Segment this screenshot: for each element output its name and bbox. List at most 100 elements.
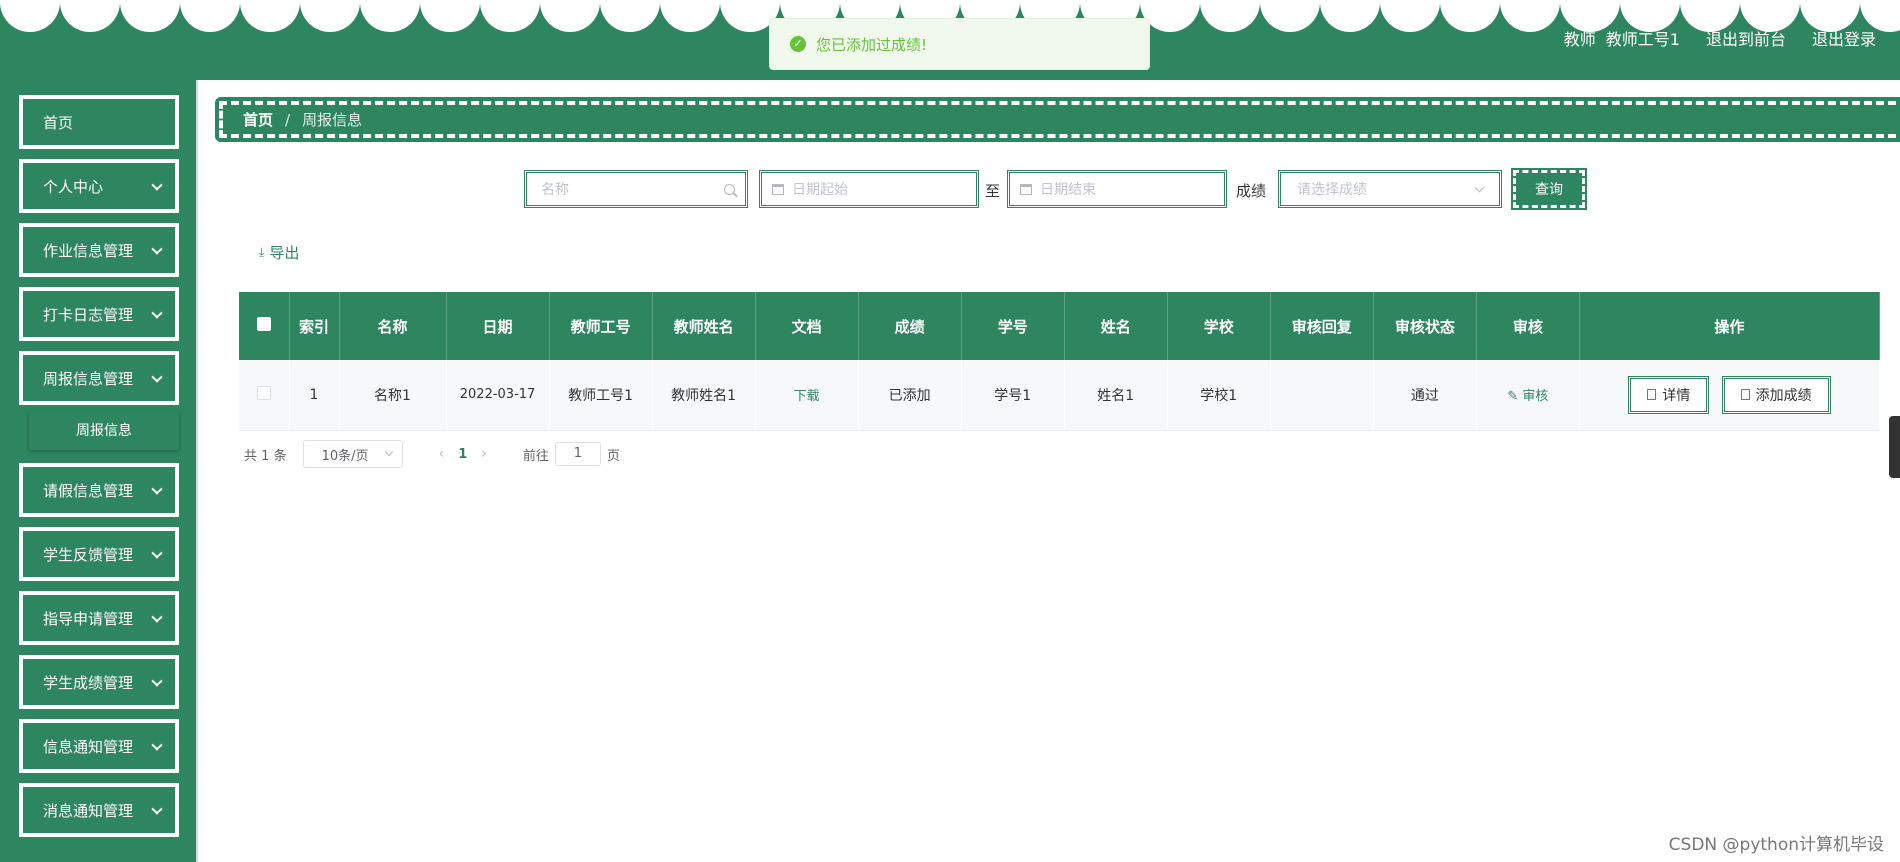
toast-message: 您已添加过成绩! [816, 35, 928, 54]
sidebar-item-label: 信息通知管理 [43, 737, 134, 756]
review-link[interactable]: ✎ 审核 [1507, 389, 1548, 404]
pagination: 共 1 条 10条/页 ‹ 1 › 前往 1 页 [244, 440, 620, 468]
detail-button[interactable]: 详情 [1628, 375, 1710, 414]
cell-review-action: ✎ 审核 [1476, 360, 1580, 431]
sidebar-item-homework[interactable]: 作业信息管理 [19, 223, 179, 277]
sidebar-item-guidance-request[interactable]: 指导申请管理 [19, 591, 179, 645]
export-button[interactable]: ⤓ 导出 [259, 242, 299, 263]
date-range-separator: 至 [985, 182, 1001, 200]
cell-teacher-name: 教师姓名1 [652, 360, 756, 431]
cell-review-reply [1270, 360, 1374, 431]
prev-page-button[interactable]: ‹ [439, 446, 445, 462]
sidebar-item-home[interactable]: 首页 [19, 95, 179, 149]
sidebar-item-label: 学生反馈管理 [43, 545, 134, 564]
date-end-picker[interactable]: 日期结束 [1007, 170, 1227, 208]
weekly-report-table: 索引 名称 日期 教师工号 教师姓名 文档 成绩 学号 姓名 学校 审核回复 审… [239, 292, 1881, 431]
add-grade-button-label: 添加成绩 [1755, 387, 1812, 404]
column-header-actions: 操作 [1579, 292, 1881, 360]
cell-grade: 已添加 [858, 360, 962, 431]
cell-teacher-id: 教师工号1 [549, 360, 653, 431]
page-size-select[interactable]: 10条/页 [302, 440, 403, 468]
page-number-1[interactable]: 1 [458, 447, 467, 462]
goto-page: 前往 1 页 [523, 442, 620, 466]
select-all-checkbox[interactable] [256, 317, 271, 331]
pagination-total-suffix: 条 [273, 448, 287, 464]
pagination-total-prefix: 共 [244, 448, 258, 464]
cell-actions: 详情 添加成绩 [1579, 360, 1881, 431]
chevron-down-icon [151, 371, 163, 383]
column-header-review-status: 审核状态 [1373, 292, 1477, 360]
breadcrumb-inner: 首页 / 周报信息 [219, 101, 1896, 138]
cell-document: 下载 [755, 360, 859, 431]
sidebar-item-label: 指导申请管理 [43, 609, 134, 628]
sidebar-item-student-feedback[interactable]: 学生反馈管理 [19, 527, 179, 581]
cell-student-id: 学号1 [961, 360, 1065, 431]
row-checkbox[interactable] [256, 385, 271, 400]
sidebar-item-message-notice[interactable]: 消息通知管理 [19, 783, 179, 837]
user-role: 教师 [1563, 30, 1596, 49]
sidebar-item-weekly-report[interactable]: 周报信息管理 [19, 351, 179, 405]
sidebar-item-student-grades[interactable]: 学生成绩管理 [19, 655, 179, 709]
column-header-teacher-id: 教师工号 [549, 292, 653, 360]
calendar-icon [1020, 183, 1032, 195]
sidebar-item-checkin-log[interactable]: 打卡日志管理 [19, 287, 179, 341]
logout-link[interactable]: 退出登录 [1812, 26, 1876, 50]
goto-suffix: 页 [606, 448, 620, 464]
search-icon [724, 183, 735, 195]
sidebar: 首页 个人中心 作业信息管理 打卡日志管理 周报信息管理 周报信息 请假信息管理… [0, 80, 196, 862]
chevron-down-icon [151, 307, 163, 319]
user-name: 教师工号1 [1605, 30, 1680, 49]
chevron-down-icon [384, 447, 393, 457]
cell-school: 学校1 [1167, 360, 1271, 431]
page-size-value: 10条/页 [321, 448, 369, 464]
chevron-down-icon [151, 611, 163, 623]
back-to-front-link[interactable]: 退出到前台 [1706, 26, 1786, 50]
cell-student-name: 姓名1 [1064, 360, 1168, 431]
breadcrumb-home[interactable]: 首页 [243, 109, 273, 130]
chevron-down-icon [151, 179, 163, 191]
table-header-row: 索引 名称 日期 教师工号 教师姓名 文档 成绩 学号 姓名 学校 审核回复 审… [239, 292, 1881, 360]
cell-review-status: 通过 [1373, 360, 1477, 431]
submenu-item-weekly-info[interactable]: 周报信息 [29, 410, 179, 450]
table-row: 1 名称1 2022-03-17 教师工号1 教师姓名1 下载 已添加 学号1 … [239, 360, 1881, 431]
pagination-total: 共 1 条 [244, 445, 287, 464]
download-link[interactable]: 下载 [794, 389, 820, 404]
sidebar-item-personal-center[interactable]: 个人中心 [19, 159, 179, 213]
add-grade-button[interactable]: 添加成绩 [1721, 375, 1831, 414]
date-start-placeholder: 日期起始 [792, 182, 848, 198]
column-header-review: 审核 [1476, 292, 1580, 360]
pagination-total-count: 1 [261, 448, 270, 464]
goto-prefix: 前往 [522, 448, 549, 464]
select-all-checkbox-cell[interactable] [239, 292, 290, 360]
cell-date: 2022-03-17 [446, 360, 550, 431]
chevron-down-icon [151, 675, 163, 687]
name-search-input[interactable]: 名称 [524, 170, 748, 208]
grade-select[interactable]: 请选择成绩 [1278, 170, 1502, 208]
sidebar-item-label: 周报信息管理 [43, 369, 134, 388]
sidebar-item-label: 打卡日志管理 [43, 305, 134, 324]
side-scroll-handle[interactable] [1889, 416, 1900, 478]
name-search-placeholder: 名称 [541, 182, 569, 198]
next-page-button[interactable]: › [481, 446, 487, 462]
goto-page-input[interactable]: 1 [554, 442, 601, 466]
sidebar-item-info-notice[interactable]: 信息通知管理 [19, 719, 179, 773]
row-checkbox-cell[interactable] [239, 360, 290, 431]
cell-index: 1 [289, 360, 340, 431]
query-button-label: 查询 [1535, 182, 1563, 198]
column-header-document: 文档 [755, 292, 859, 360]
document-icon [1647, 389, 1657, 401]
column-header-review-reply: 审核回复 [1270, 292, 1374, 360]
date-end-placeholder: 日期结束 [1040, 182, 1096, 198]
query-button[interactable]: 查询 [1511, 168, 1587, 210]
sidebar-item-label: 个人中心 [43, 177, 104, 196]
calendar-icon [772, 183, 784, 195]
column-header-date: 日期 [446, 292, 550, 360]
chevron-down-icon [151, 547, 163, 559]
date-start-picker[interactable]: 日期起始 [759, 170, 979, 208]
grade-filter-label: 成绩 [1236, 182, 1267, 200]
sidebar-item-leave[interactable]: 请假信息管理 [19, 463, 179, 517]
header-links: 教师 教师工号1 退出到前台 退出登录 [1564, 26, 1876, 50]
column-header-student-name: 姓名 [1064, 292, 1168, 360]
column-header-student-id: 学号 [961, 292, 1065, 360]
column-header-grade: 成绩 [858, 292, 962, 360]
